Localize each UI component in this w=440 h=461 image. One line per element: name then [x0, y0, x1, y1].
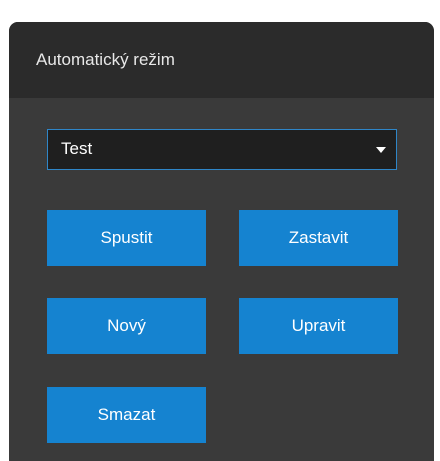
panel-title: Automatický režim: [36, 50, 175, 69]
new-button[interactable]: Nový: [47, 298, 206, 354]
automatic-mode-panel: Automatický režim Test Spustit Zastavit …: [9, 22, 434, 461]
delete-button[interactable]: Smazat: [47, 387, 206, 443]
mode-select[interactable]: Test: [47, 129, 397, 170]
start-button[interactable]: Spustit: [47, 210, 206, 266]
caret-down-icon: [376, 147, 386, 153]
stop-button[interactable]: Zastavit: [239, 210, 398, 266]
mode-select-value: Test: [61, 139, 93, 158]
edit-button[interactable]: Upravit: [239, 298, 398, 354]
panel-header: Automatický režim: [9, 22, 434, 98]
